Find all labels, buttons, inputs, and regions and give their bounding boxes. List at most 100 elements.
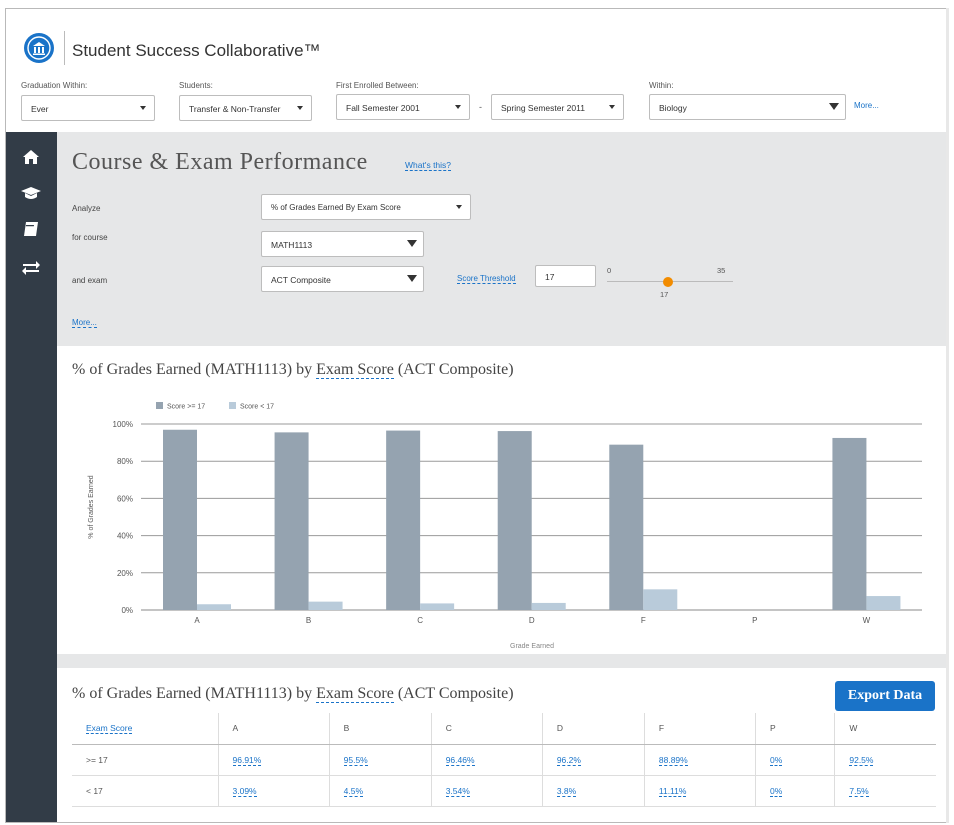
- swap-arrows-icon[interactable]: [20, 256, 42, 278]
- graduation-filter-label: Graduation Within:: [21, 81, 88, 90]
- filters-more-link[interactable]: More...: [854, 101, 879, 110]
- slider-min-label: 0: [607, 266, 612, 275]
- chevron-down-icon: [407, 275, 417, 282]
- analyze-label: Analyze: [72, 204, 101, 213]
- enrolled-to-value: Spring Semester 2011: [501, 103, 585, 113]
- within-select[interactable]: Biology: [649, 94, 846, 120]
- chevron-down-icon: [297, 106, 303, 110]
- chart-title: % of Grades Earned (MATH1113) by Exam Sc…: [72, 361, 514, 379]
- bar: [274, 432, 309, 610]
- table-cell[interactable]: 95.5%: [328, 744, 432, 776]
- bar: [832, 437, 867, 610]
- chevron-down-icon: [140, 106, 146, 110]
- analyze-select-value: % of Grades Earned By Exam Score: [271, 203, 401, 212]
- grades-table: Exam Score A B C D F P W >= 17 96.91% 95…: [72, 713, 936, 807]
- table-cell[interactable]: 4.5%: [328, 775, 432, 807]
- enrolled-from-value: Fall Semester 2001: [346, 103, 420, 113]
- legend-label: Score < 17: [240, 404, 274, 411]
- x-tick-label: W: [863, 616, 871, 625]
- row-label: < 17: [72, 775, 218, 807]
- y-tick-label: 100%: [113, 420, 133, 429]
- table-cell[interactable]: 96.91%: [217, 744, 330, 776]
- grades-bar-chart: Score >= 17 Score < 17 0% 20% 40% 60% 80% 100%…: [88, 402, 922, 650]
- graduation-select[interactable]: Ever: [21, 95, 155, 121]
- bar: [163, 429, 197, 610]
- table-cell[interactable]: 96.2%: [541, 744, 645, 776]
- students-select[interactable]: Transfer & Non-Transfer: [179, 95, 312, 121]
- table-header-cell: P: [755, 713, 835, 745]
- chart-x-axis-label: Grade Earned: [510, 643, 554, 650]
- table-cell[interactable]: 96.46%: [430, 744, 543, 776]
- score-threshold-value: 17: [545, 272, 555, 282]
- chart-title-suffix: (ACT Composite): [393, 361, 514, 378]
- table-cell[interactable]: 7.5%: [834, 775, 936, 807]
- table-header-cell: C: [430, 713, 543, 745]
- header-divider: [64, 31, 65, 65]
- legend-label: Score >= 17: [167, 404, 205, 411]
- table-header-cell: F: [643, 713, 756, 745]
- bar: [497, 431, 532, 610]
- brand-title: Student Success Collaborative™: [72, 41, 321, 60]
- score-threshold-label[interactable]: Score Threshold: [457, 274, 516, 284]
- analyze-select[interactable]: % of Grades Earned By Exam Score: [261, 194, 471, 220]
- x-tick-label: A: [194, 616, 200, 625]
- x-tick-label: F: [641, 616, 646, 625]
- graduation-select-value: Ever: [31, 104, 49, 114]
- export-data-button[interactable]: Export Data: [835, 681, 935, 711]
- table-cell[interactable]: 3.09%: [217, 775, 330, 807]
- bar: [609, 444, 644, 610]
- table-header-cell: A: [217, 713, 330, 745]
- enrolled-to-select[interactable]: Spring Semester 2011: [491, 94, 624, 120]
- table-cell[interactable]: 88.89%: [643, 744, 756, 776]
- sidebar-nav: [6, 132, 57, 822]
- table-header-cell: W: [834, 713, 936, 745]
- chart-exam-score-link[interactable]: Exam Score: [316, 361, 394, 379]
- exam-select-value: ACT Composite: [271, 275, 331, 285]
- bar: [420, 603, 455, 610]
- chevron-down-icon: [407, 240, 417, 247]
- chart-title-prefix: % of Grades Earned (MATH1113) by: [72, 361, 317, 378]
- university-logo-icon: [24, 33, 54, 63]
- table-exam-score-link[interactable]: Exam Score: [316, 685, 394, 703]
- table-cell[interactable]: 0%: [755, 744, 835, 776]
- table-title-prefix: % of Grades Earned (MATH1113) by: [72, 685, 317, 702]
- bar: [531, 602, 566, 610]
- date-range-separator: -: [479, 102, 482, 112]
- slider-max-label: 35: [717, 266, 726, 275]
- table-cell[interactable]: 11.11%: [643, 775, 756, 807]
- within-select-value: Biology: [659, 103, 687, 113]
- table-cell[interactable]: 92.5%: [834, 744, 936, 776]
- table-cell[interactable]: 3.8%: [541, 775, 645, 807]
- table-header-cell[interactable]: Exam Score: [72, 713, 218, 745]
- table-header-row: Exam Score A B C D F P W: [72, 713, 936, 745]
- enrolled-from-select[interactable]: Fall Semester 2001: [336, 94, 470, 120]
- table-row: < 17 3.09% 4.5% 3.54% 3.8% 11.11% 0% 7.5…: [72, 775, 936, 807]
- table-cell[interactable]: 3.54%: [430, 775, 543, 807]
- page-title: Course & Exam Performance: [72, 149, 368, 175]
- students-filter-label: Students:: [179, 81, 213, 90]
- controls-more-link[interactable]: More...: [72, 318, 97, 328]
- slider-current-label: 17: [660, 290, 669, 299]
- home-icon[interactable]: [20, 146, 42, 168]
- exam-select[interactable]: ACT Composite: [261, 266, 424, 292]
- window-scrollbar[interactable]: [946, 8, 949, 823]
- whats-this-link[interactable]: What's this?: [405, 160, 452, 171]
- y-tick-label: 60%: [117, 494, 133, 503]
- exam-label: and exam: [72, 276, 108, 285]
- book-icon[interactable]: [20, 218, 42, 240]
- graduation-cap-icon[interactable]: [20, 182, 42, 204]
- bar: [308, 601, 343, 610]
- y-tick-label: 80%: [117, 457, 133, 466]
- table-cell[interactable]: 0%: [755, 775, 835, 807]
- course-label: for course: [72, 233, 108, 242]
- score-threshold-input[interactable]: 17: [535, 265, 596, 287]
- x-tick-label: D: [529, 616, 535, 625]
- chevron-down-icon: [829, 103, 839, 110]
- table-row: >= 17 96.91% 95.5% 96.46% 96.2% 88.89% 0…: [72, 744, 936, 776]
- course-select[interactable]: MATH1113: [261, 231, 424, 257]
- bar: [197, 604, 231, 610]
- chart-y-axis-label: % of Grades Earned: [88, 475, 95, 539]
- row-label: >= 17: [72, 744, 218, 776]
- chevron-down-icon: [609, 105, 615, 109]
- x-tick-label: C: [417, 616, 423, 625]
